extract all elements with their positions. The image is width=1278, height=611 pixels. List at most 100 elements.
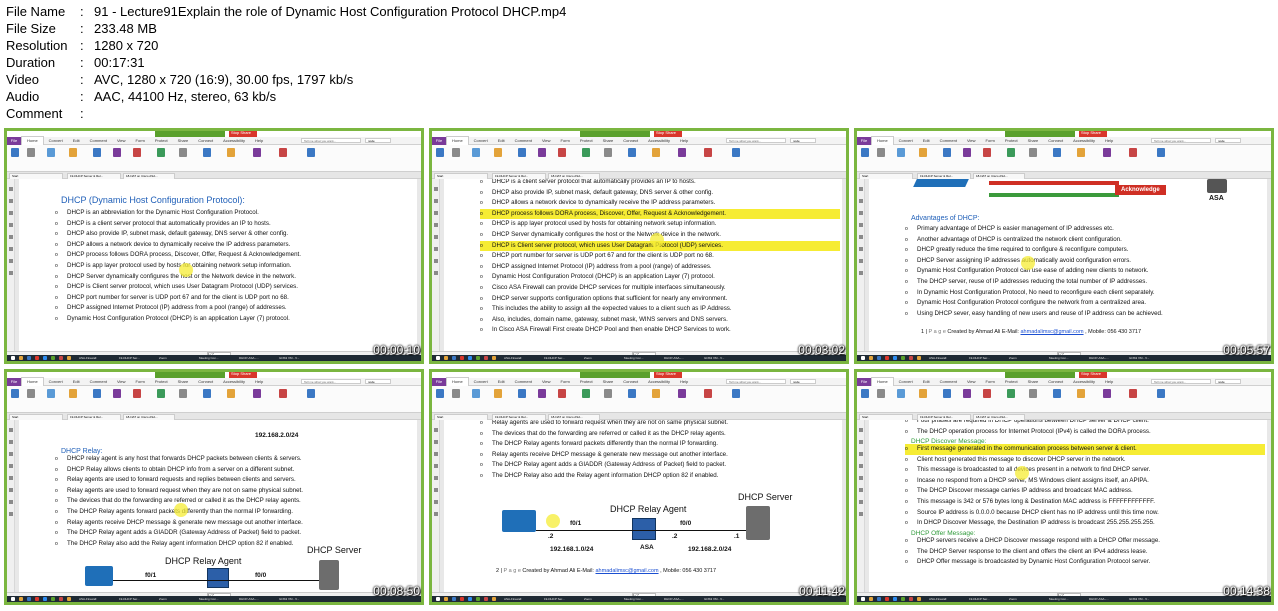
taskbar-icon[interactable] bbox=[468, 597, 472, 601]
menu-comment[interactable]: Comment bbox=[85, 378, 112, 386]
ribbon-button[interactable] bbox=[604, 148, 612, 157]
taskbar-app[interactable]: Meeting Con... bbox=[199, 355, 219, 361]
taskbar-app[interactable]: Zoom bbox=[159, 355, 167, 361]
ribbon-button[interactable] bbox=[253, 389, 261, 398]
thumbnail-1[interactable]: You are screen sharing Stop Share File Home… bbox=[4, 128, 424, 364]
taskbar-app[interactable]: Zoom bbox=[584, 596, 592, 602]
taskbar-app[interactable]: ASA-Firewall bbox=[79, 355, 96, 361]
panel-icon[interactable] bbox=[9, 211, 13, 215]
ribbon-button[interactable] bbox=[983, 148, 991, 157]
panel-icon[interactable] bbox=[434, 247, 438, 251]
panel-icon[interactable] bbox=[9, 464, 13, 468]
panel-icon[interactable] bbox=[9, 271, 13, 275]
panel-icon[interactable] bbox=[434, 223, 438, 227]
taskbar-icon[interactable] bbox=[444, 597, 448, 601]
menu-share[interactable]: Share bbox=[1023, 378, 1044, 386]
ribbon-button[interactable] bbox=[1157, 148, 1165, 157]
menu-view[interactable]: View bbox=[962, 378, 981, 386]
panel-icon[interactable] bbox=[9, 259, 13, 263]
menu-help[interactable]: Help bbox=[250, 137, 268, 145]
ribbon-button[interactable] bbox=[558, 148, 566, 157]
ribbon-button[interactable] bbox=[113, 389, 121, 398]
taskbar-app[interactable]: 19-DHCP Ser... bbox=[544, 596, 565, 602]
ribbon-button[interactable] bbox=[1103, 389, 1111, 398]
panel-icon[interactable] bbox=[9, 428, 13, 432]
menu-form[interactable]: Form bbox=[981, 378, 1000, 386]
menu-home[interactable]: Home bbox=[446, 136, 469, 145]
taskbar-icon[interactable] bbox=[11, 356, 15, 360]
menu-view[interactable]: View bbox=[537, 137, 556, 145]
taskbar-icon[interactable] bbox=[67, 356, 71, 360]
menu-comment[interactable]: Comment bbox=[510, 378, 537, 386]
ribbon-button[interactable] bbox=[678, 389, 686, 398]
ribbon-button[interactable] bbox=[27, 148, 35, 157]
menu-edit[interactable]: Edit bbox=[918, 137, 935, 145]
ribbon-button[interactable] bbox=[628, 389, 636, 398]
menu-connect[interactable]: Connect bbox=[618, 137, 643, 145]
menu-protect[interactable]: Protect bbox=[150, 137, 173, 145]
menu-edit[interactable]: Edit bbox=[493, 137, 510, 145]
ribbon-button[interactable] bbox=[919, 148, 927, 157]
ribbon-button[interactable] bbox=[538, 389, 546, 398]
taskbar-icon[interactable] bbox=[893, 597, 897, 601]
panel-icon[interactable] bbox=[434, 464, 438, 468]
panel-icon[interactable] bbox=[859, 512, 863, 516]
panel-icon[interactable] bbox=[9, 500, 13, 504]
taskbar-icon[interactable] bbox=[11, 597, 15, 601]
menu-convert[interactable]: Convert bbox=[44, 137, 68, 145]
taskbar-app[interactable]: 19-DHCP Ser... bbox=[969, 355, 990, 361]
taskbar-app[interactable]: 19-DHCP Ser... bbox=[544, 355, 565, 361]
panel-icon[interactable] bbox=[859, 187, 863, 191]
taskbar-icon[interactable] bbox=[869, 356, 873, 360]
menu-accessibility[interactable]: Accessibility bbox=[643, 137, 675, 145]
taskbar-icon[interactable] bbox=[452, 356, 456, 360]
taskbar-app[interactable]: GNS3 VM - V... bbox=[1129, 596, 1149, 602]
ribbon-button[interactable] bbox=[227, 389, 235, 398]
ribbon-button[interactable] bbox=[113, 148, 121, 157]
taskbar-app[interactable]: DHCP-ASA -... bbox=[239, 596, 259, 602]
ribbon-button[interactable] bbox=[307, 148, 315, 157]
menu-form[interactable]: Form bbox=[556, 137, 575, 145]
taskbar-app[interactable]: 19-DHCP Ser... bbox=[119, 355, 140, 361]
ribbon-button[interactable] bbox=[538, 148, 546, 157]
menu-file[interactable]: File bbox=[857, 377, 871, 386]
find-input[interactable]: node bbox=[365, 138, 391, 143]
ribbon-button[interactable] bbox=[436, 148, 444, 157]
menu-convert[interactable]: Convert bbox=[469, 378, 493, 386]
menu-edit[interactable]: Edit bbox=[493, 378, 510, 386]
ribbon-button[interactable] bbox=[157, 148, 165, 157]
panel-icon[interactable] bbox=[859, 259, 863, 263]
menu-home[interactable]: Home bbox=[21, 377, 44, 386]
ribbon-button[interactable] bbox=[732, 389, 740, 398]
ribbon-button[interactable] bbox=[678, 148, 686, 157]
taskbar-icon[interactable] bbox=[901, 597, 905, 601]
ribbon-button[interactable] bbox=[943, 389, 951, 398]
ribbon-button[interactable] bbox=[27, 389, 35, 398]
taskbar-app[interactable]: Meeting Con... bbox=[1049, 596, 1069, 602]
ribbon-button[interactable] bbox=[436, 389, 444, 398]
panel-icon[interactable] bbox=[9, 476, 13, 480]
taskbar-icon[interactable] bbox=[51, 597, 55, 601]
menu-convert[interactable]: Convert bbox=[894, 378, 918, 386]
panel-icon[interactable] bbox=[859, 211, 863, 215]
panel-icon[interactable] bbox=[9, 512, 13, 516]
taskbar-app[interactable]: GNS3 VM - V... bbox=[1129, 355, 1149, 361]
menu-protect[interactable]: Protect bbox=[575, 378, 598, 386]
ribbon-button[interactable] bbox=[877, 389, 885, 398]
panel-icon[interactable] bbox=[859, 440, 863, 444]
ribbon-button[interactable] bbox=[1077, 389, 1085, 398]
taskbar-icon[interactable] bbox=[893, 356, 897, 360]
panel-icon[interactable] bbox=[9, 452, 13, 456]
thumbnail-4[interactable]: You are screen sharing Stop Share File Home… bbox=[4, 369, 424, 605]
panel-icon[interactable] bbox=[434, 500, 438, 504]
taskbar-icon[interactable] bbox=[901, 356, 905, 360]
tell-me-search[interactable]: Tell me what you want... bbox=[301, 138, 361, 143]
menu-share[interactable]: Share bbox=[173, 137, 194, 145]
ribbon-button[interactable] bbox=[472, 148, 480, 157]
tell-me-search[interactable]: Tell me what you want... bbox=[301, 379, 361, 384]
menu-file[interactable]: File bbox=[432, 136, 446, 145]
taskbar-app[interactable]: Zoom bbox=[159, 596, 167, 602]
taskbar-app[interactable]: DHCP-ASA -... bbox=[664, 596, 684, 602]
ribbon-button[interactable] bbox=[203, 148, 211, 157]
ribbon-button[interactable] bbox=[1007, 148, 1015, 157]
